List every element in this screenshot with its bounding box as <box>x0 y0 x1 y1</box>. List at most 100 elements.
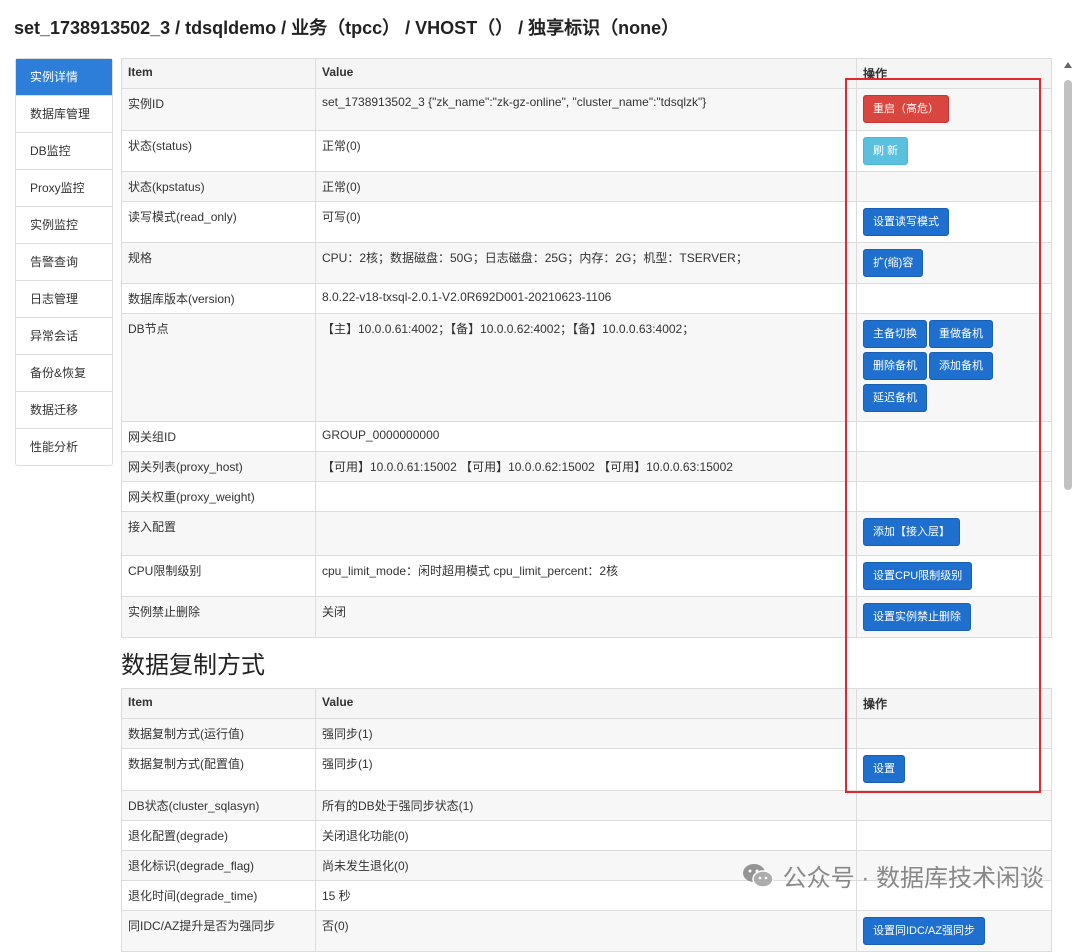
main-content: Item Value 操作 实例ID set_1738913502_3 {"zk_… <box>121 58 1052 952</box>
table-row: 网关列表(proxy_host) 【可用】10.0.0.61:15002 【可用】… <box>121 451 1052 482</box>
row-item-label: 规格 <box>121 242 316 284</box>
table-row: 退化配置(degrade) 关闭退化功能(0) <box>121 820 1052 851</box>
row-value <box>315 511 857 556</box>
replication-table: Item Value 操作 数据复制方式(运行值) 强同步(1) 数据复制方式(配置… <box>121 688 1052 952</box>
row-actions: 设置实例禁止删除 <box>856 596 1052 638</box>
row-item-label: 数据库版本(version) <box>121 283 316 314</box>
row-actions <box>856 421 1052 452</box>
wechat-icon <box>742 863 774 888</box>
vertical-scrollbar[interactable] <box>1062 62 1074 917</box>
action-button[interactable]: 延迟备机 <box>863 384 927 412</box>
action-button[interactable]: 删除备机 <box>863 352 927 380</box>
row-actions <box>856 171 1052 202</box>
scroll-thumb[interactable] <box>1064 80 1072 490</box>
column-header-action: 操作 <box>856 58 1052 89</box>
table-row: 实例禁止删除 关闭 设置实例禁止删除 <box>121 596 1052 638</box>
action-button[interactable]: 重启（高危） <box>863 95 949 123</box>
table-row: 读写模式(read_only) 可写(0) 设置读写模式 <box>121 201 1052 243</box>
sidebar-item[interactable]: 数据迁移 <box>16 391 112 428</box>
sidebar-item[interactable]: 备份&恢复 <box>16 354 112 391</box>
action-button[interactable]: 添加备机 <box>929 352 993 380</box>
action-button[interactable]: 设置 <box>863 755 905 783</box>
row-item-label: 网关组ID <box>121 421 316 452</box>
table-row: 状态(kpstatus) 正常(0) <box>121 171 1052 202</box>
replication-section-title: 数据复制方式 <box>121 652 265 679</box>
row-actions: 主备切换 重做备机 删除备机 添加备机 延迟备机 <box>856 313 1052 422</box>
row-value <box>315 481 857 512</box>
row-item-label: DB节点 <box>121 313 316 422</box>
row-item-label: 数据复制方式(配置值) <box>121 748 316 791</box>
column-header-value: Value <box>315 688 857 719</box>
row-value: 强同步(1) <box>315 748 857 791</box>
row-actions: 设置CPU限制级别 <box>856 555 1052 597</box>
row-actions: 设置 <box>856 748 1052 791</box>
action-button[interactable]: 添加【接入层】 <box>863 518 960 546</box>
row-item-label: 实例禁止删除 <box>121 596 316 638</box>
action-button[interactable]: 设置CPU限制级别 <box>863 562 973 590</box>
row-value: 【可用】10.0.0.61:15002 【可用】10.0.0.62:15002 … <box>315 451 857 482</box>
action-button[interactable]: 扩(缩)容 <box>863 249 924 277</box>
action-button[interactable]: 设置同IDC/AZ强同步 <box>863 917 986 945</box>
row-actions: 设置读写模式 <box>856 201 1052 243</box>
sidebar-item[interactable]: 数据库管理 <box>16 95 112 132</box>
row-value: 【主】10.0.0.61:4002；【备】10.0.0.62:4002；【备】1… <box>315 313 857 422</box>
table-row: 实例ID set_1738913502_3 {"zk_name":"zk-gz-o… <box>121 88 1052 131</box>
table-row: 状态(status) 正常(0) 刷 新 <box>121 130 1052 172</box>
row-actions <box>856 283 1052 314</box>
column-header-value: Value <box>315 58 857 89</box>
action-button[interactable]: 重做备机 <box>929 320 993 348</box>
row-item-label: 实例ID <box>121 88 316 131</box>
row-value: CPU：2核；数据磁盘：50G；日志磁盘：25G；内存：2G；机型：TSERVE… <box>315 242 857 284</box>
sidebar-item[interactable]: 异常会话 <box>16 317 112 354</box>
row-item-label: 网关权重(proxy_weight) <box>121 481 316 512</box>
table-row: DB节点 【主】10.0.0.61:4002；【备】10.0.0.62:4002；… <box>121 313 1052 422</box>
row-item-label: 读写模式(read_only) <box>121 201 316 243</box>
sidebar-item[interactable]: 实例监控 <box>16 206 112 243</box>
sidebar-item[interactable]: 日志管理 <box>16 280 112 317</box>
row-actions: 刷 新 <box>856 130 1052 172</box>
row-item-label: CPU限制级别 <box>121 555 316 597</box>
row-value: GROUP_0000000000 <box>315 421 857 452</box>
action-button[interactable]: 设置读写模式 <box>863 208 949 236</box>
row-item-label: 状态(status) <box>121 130 316 172</box>
sidebar-item[interactable]: 实例详情 <box>16 59 112 95</box>
row-item-label: 接入配置 <box>121 511 316 556</box>
instance-details-table: Item Value 操作 实例ID set_1738913502_3 {"zk_… <box>121 58 1052 638</box>
sidebar-item[interactable]: DB监控 <box>16 132 112 169</box>
action-button[interactable]: 设置实例禁止删除 <box>863 603 971 631</box>
table-row: CPU限制级别 cpu_limit_mode：闲时超用模式 cpu_limit_p… <box>121 555 1052 597</box>
row-actions <box>856 820 1052 851</box>
table-row: 网关权重(proxy_weight) <box>121 481 1052 512</box>
row-value: 正常(0) <box>315 171 857 202</box>
table-row: 网关组ID GROUP_0000000000 <box>121 421 1052 452</box>
page-title: set_1738913502_3 / tdsqldemo / 业务（tpcc） … <box>14 18 680 38</box>
action-button[interactable]: 主备切换 <box>863 320 927 348</box>
row-value: 强同步(1) <box>315 718 857 749</box>
sidebar-item[interactable]: 告警查询 <box>16 243 112 280</box>
row-item-label: 退化时间(degrade_time) <box>121 880 316 911</box>
row-actions <box>856 790 1052 821</box>
row-item-label: 状态(kpstatus) <box>121 171 316 202</box>
scroll-up-arrow-icon[interactable] <box>1064 62 1072 68</box>
row-value: set_1738913502_3 {"zk_name":"zk-gz-onlin… <box>315 88 857 131</box>
row-value: 关闭退化功能(0) <box>315 820 857 851</box>
row-item-label: DB状态(cluster_sqlasyn) <box>121 790 316 821</box>
table-row: 数据复制方式(运行值) 强同步(1) <box>121 718 1052 749</box>
row-value: 所有的DB处于强同步状态(1) <box>315 790 857 821</box>
row-value: 关闭 <box>315 596 857 638</box>
watermark-text: 公众号 · 数据库技术闲谈 <box>782 865 1044 892</box>
watermark: 公众号 · 数据库技术闲谈 <box>741 858 1044 893</box>
row-value: cpu_limit_mode：闲时超用模式 cpu_limit_percent：… <box>315 555 857 597</box>
table-row: 数据复制方式(配置值) 强同步(1) 设置 <box>121 748 1052 791</box>
column-header-item: Item <box>121 58 316 89</box>
action-button[interactable]: 刷 新 <box>863 137 909 165</box>
column-header-action: 操作 <box>856 688 1052 719</box>
sidebar-item[interactable]: Proxy监控 <box>16 169 112 206</box>
row-actions: 重启（高危） <box>856 88 1052 131</box>
row-actions: 扩(缩)容 <box>856 242 1052 284</box>
row-item-label: 数据复制方式(运行值) <box>121 718 316 749</box>
sidebar-item[interactable]: 性能分析 <box>16 428 112 465</box>
row-value: 正常(0) <box>315 130 857 172</box>
row-actions <box>856 718 1052 749</box>
row-item-label: 退化配置(degrade) <box>121 820 316 851</box>
